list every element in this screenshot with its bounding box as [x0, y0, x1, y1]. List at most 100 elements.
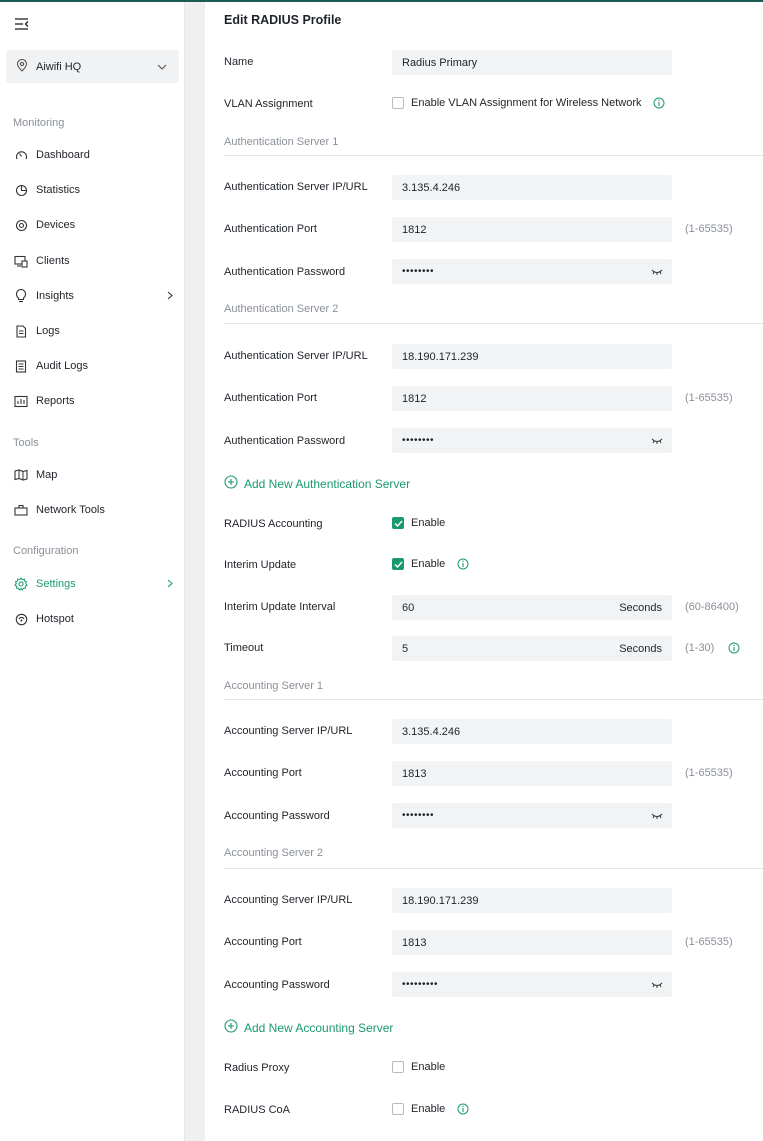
sidebar-item-label: Statistics — [36, 184, 81, 196]
acct2-port-hint: (1-65535) — [685, 936, 733, 948]
auth2-ip-label: Authentication Server IP/URL — [224, 350, 368, 362]
collapse-sidebar-icon[interactable] — [14, 17, 30, 31]
plus-circle-icon — [224, 475, 238, 492]
acct2-pass-value: ••••••••• — [402, 979, 439, 990]
acct2-port-label: Accounting Port — [224, 936, 302, 948]
acct2-pass-input[interactable]: ••••••••• — [392, 972, 672, 997]
auth1-ip-input[interactable]: 3.135.4.246 — [392, 175, 672, 200]
add-accounting-server-button[interactable]: Add New Accounting Server — [224, 1019, 393, 1036]
logs-icon — [14, 324, 28, 338]
acct2-ip-input[interactable]: 18.190.171.239 — [392, 888, 672, 913]
eye-closed-icon[interactable] — [651, 811, 663, 823]
section-configuration: Configuration — [13, 545, 79, 557]
sidebar-item-label: Clients — [36, 255, 70, 267]
statistics-icon — [14, 183, 28, 197]
auth1-port-input[interactable]: 1812 — [392, 217, 672, 242]
sidebar-item-label: Reports — [36, 395, 75, 407]
site-selector[interactable]: Aiwifi HQ — [6, 50, 179, 83]
acct1-port-input[interactable]: 1813 — [392, 761, 672, 786]
sidebar-item-label: Insights — [36, 290, 74, 302]
radius-accounting-checkbox[interactable] — [392, 517, 404, 529]
sidebar-item-label: Logs — [36, 325, 60, 337]
hotspot-icon — [14, 612, 28, 626]
eye-closed-icon[interactable] — [651, 980, 663, 992]
acct-server-2-heading: Accounting Server 2 — [224, 847, 324, 859]
interim-update-checkbox-label: Enable — [411, 558, 446, 570]
timeout-input[interactable]: 5 Seconds — [392, 636, 672, 661]
eye-closed-icon[interactable] — [651, 267, 663, 279]
info-icon[interactable] — [457, 1103, 469, 1115]
sidebar-item-statistics[interactable]: Statistics — [0, 178, 184, 202]
sidebar-item-network-tools[interactable]: Network Tools — [0, 498, 184, 522]
auth2-port-input[interactable]: 1812 — [392, 386, 672, 411]
info-icon[interactable] — [653, 97, 665, 109]
radius-proxy-checkbox[interactable] — [392, 1061, 404, 1073]
sidebar-item-dashboard[interactable]: Dashboard — [0, 143, 184, 167]
acct1-port-label: Accounting Port — [224, 767, 302, 779]
section-tools: Tools — [13, 437, 39, 449]
acct2-port-input[interactable]: 1813 — [392, 930, 672, 955]
sidebar-item-label: Audit Logs — [36, 360, 88, 372]
map-icon — [14, 468, 28, 482]
add-authentication-server-button[interactable]: Add New Authentication Server — [224, 475, 410, 492]
auth-server-1-heading: Authentication Server 1 — [224, 136, 339, 148]
auth1-pass-value: •••••••• — [402, 266, 435, 277]
sidebar-item-devices[interactable]: Devices — [0, 213, 184, 237]
auth1-port-value: 1812 — [402, 223, 427, 236]
name-input[interactable]: Radius Primary — [392, 50, 672, 75]
acct1-pass-input[interactable]: •••••••• — [392, 803, 672, 828]
acct1-ip-label: Accounting Server IP/URL — [224, 725, 353, 737]
divider — [224, 323, 763, 324]
clients-icon — [14, 254, 28, 268]
audit-logs-icon — [14, 359, 28, 373]
sidebar-item-label: Network Tools — [36, 504, 105, 516]
sidebar-item-hotspot[interactable]: Hotspot — [0, 607, 184, 631]
divider — [224, 155, 763, 156]
sidebar-item-clients[interactable]: Clients — [0, 249, 184, 273]
page-title: Edit RADIUS Profile — [224, 13, 342, 27]
sidebar-item-label: Devices — [36, 219, 76, 231]
info-icon[interactable] — [457, 558, 469, 570]
auth2-port-hint: (1-65535) — [685, 392, 733, 404]
acct1-port-hint: (1-65535) — [685, 767, 733, 779]
sidebar-item-settings[interactable]: Settings — [0, 572, 184, 596]
sidebar-item-insights[interactable]: Insights — [0, 284, 184, 308]
radius-accounting-row: Enable — [392, 517, 445, 529]
auth1-port-label: Authentication Port — [224, 223, 317, 235]
name-label: Name — [224, 56, 254, 68]
auth-server-2-heading: Authentication Server 2 — [224, 303, 339, 315]
auth2-pass-input[interactable]: •••••••• — [392, 428, 672, 453]
acct2-pass-label: Accounting Password — [224, 979, 330, 991]
sidebar-item-audit-logs[interactable]: Audit Logs — [0, 354, 184, 378]
auth1-pass-input[interactable]: •••••••• — [392, 259, 672, 284]
timeout-label: Timeout — [224, 642, 264, 654]
plus-circle-icon — [224, 1019, 238, 1036]
info-icon[interactable] — [728, 642, 740, 657]
interim-interval-input[interactable]: 60 Seconds — [392, 595, 672, 620]
auth2-ip-input[interactable]: 18.190.171.239 — [392, 344, 672, 369]
acct1-ip-input[interactable]: 3.135.4.246 — [392, 719, 672, 744]
acct1-ip-value: 3.135.4.246 — [402, 725, 461, 738]
sidebar-item-map[interactable]: Map — [0, 463, 184, 487]
vlan-checkbox[interactable] — [392, 97, 404, 109]
network-tools-icon — [14, 503, 28, 517]
add-accounting-server-label: Add New Accounting Server — [244, 1020, 394, 1035]
divider — [224, 699, 763, 700]
site-name: Aiwifi HQ — [36, 60, 82, 73]
auth2-pass-label: Authentication Password — [224, 435, 346, 447]
radius-coa-label: RADIUS CoA — [224, 1104, 291, 1116]
main-content: Edit RADIUS Profile Name Radius Primary … — [205, 2, 763, 1141]
auth1-ip-value: 3.135.4.246 — [402, 181, 461, 194]
acct2-ip-value: 18.190.171.239 — [402, 894, 479, 907]
interim-update-checkbox[interactable] — [392, 558, 404, 570]
sidebar-item-logs[interactable]: Logs — [0, 319, 184, 343]
eye-closed-icon[interactable] — [651, 436, 663, 448]
sidebar-item-reports[interactable]: Reports — [0, 389, 184, 413]
dashboard-icon — [14, 148, 28, 162]
auth2-port-value: 1812 — [402, 392, 427, 405]
section-monitoring: Monitoring — [13, 117, 65, 129]
sidebar-item-label: Map — [36, 469, 58, 481]
radius-coa-checkbox[interactable] — [392, 1103, 404, 1115]
interim-update-label: Interim Update — [224, 559, 297, 571]
insights-icon — [14, 289, 28, 303]
